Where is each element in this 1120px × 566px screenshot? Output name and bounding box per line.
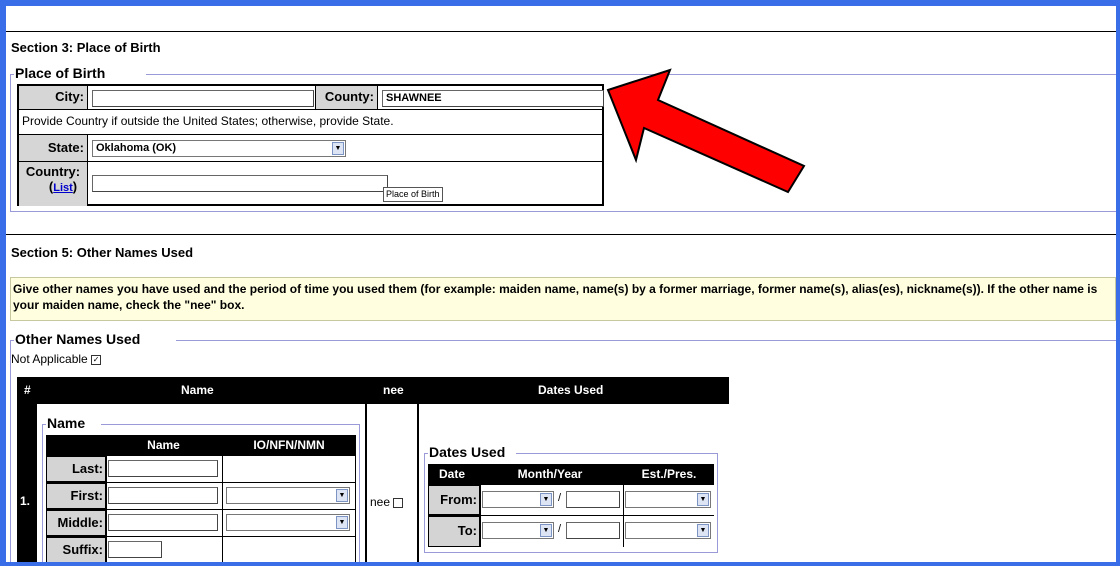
- date-slash: /: [558, 492, 562, 504]
- date-slash: /: [558, 523, 562, 535]
- city-input[interactable]: [92, 90, 314, 107]
- other-names-table: # Name nee Dates Used 1. Name Name IO/NF…: [17, 377, 729, 566]
- section5-instructions: Give other names you have used and the p…: [10, 277, 1116, 321]
- section-divider: [6, 31, 1116, 32]
- city-county-row: City: County: SHAWNEE: [19, 86, 604, 110]
- col-header-name: Name: [181, 383, 214, 397]
- suffix-label: Suffix:: [46, 537, 106, 566]
- nee-label: nee: [370, 495, 391, 509]
- nee-cell: nee: [367, 404, 417, 566]
- fieldset-border: [10, 340, 11, 566]
- dates-legend: Dates Used: [428, 444, 507, 460]
- fieldset-border: [176, 340, 1116, 341]
- not-applicable-row: Not Applicable ✓: [11, 352, 102, 366]
- city-label: City:: [19, 86, 88, 109]
- state-select[interactable]: Oklahoma (OK) ▼: [92, 140, 346, 157]
- first-io-select[interactable]: ▼: [226, 487, 350, 504]
- from-label: From:: [428, 485, 480, 515]
- first-label: First:: [46, 483, 106, 509]
- fieldset-border: [10, 74, 11, 212]
- subheader-date: Date: [428, 464, 476, 484]
- from-est-select[interactable]: ▼: [625, 491, 711, 508]
- col-header-dates: Dates Used: [538, 383, 604, 397]
- middle-io-select[interactable]: ▼: [226, 514, 350, 531]
- subheader-name: Name: [106, 435, 221, 455]
- place-of-birth-box: City: County: SHAWNEE Provide Country if…: [17, 84, 604, 206]
- other-names-legend: Other Names Used: [14, 331, 142, 347]
- county-input[interactable]: SHAWNEE: [382, 90, 604, 107]
- not-applicable-label: Not Applicable: [11, 352, 88, 366]
- state-select-value: Oklahoma (OK): [96, 142, 177, 154]
- middle-name-input[interactable]: [108, 514, 218, 531]
- red-arrow-annotation: [606, 68, 806, 194]
- subheader-est-pres: Est./Pres.: [624, 464, 714, 484]
- country-list-link[interactable]: List: [53, 182, 73, 194]
- name-grid: Name IO/NFN/NMN Last: First: ▼ Middle: ▼…: [46, 435, 356, 566]
- to-est-select[interactable]: ▼: [625, 522, 711, 539]
- col-header-number: #: [24, 383, 31, 397]
- state-label: State:: [19, 135, 88, 161]
- name-legend: Name: [46, 415, 87, 431]
- middle-label: Middle:: [46, 510, 106, 536]
- first-name-input[interactable]: [108, 487, 218, 504]
- subheader-io: IO/NFN/NMN: [224, 435, 354, 455]
- chevron-down-icon[interactable]: ▼: [540, 493, 552, 506]
- country-instruction: Provide Country if outside the United St…: [19, 110, 602, 135]
- dates-grid: Date Month/Year Est./Pres. From: ▼ / ▼ T…: [428, 464, 714, 547]
- country-label-cell: Country: (List): [19, 162, 88, 206]
- subheader-month-year: Month/Year: [476, 464, 624, 484]
- tooltip: Place of Birth: [383, 187, 443, 202]
- to-month-select[interactable]: ▼: [482, 522, 554, 539]
- last-name-input[interactable]: [108, 460, 218, 477]
- not-applicable-checkbox[interactable]: ✓: [91, 354, 102, 365]
- chevron-down-icon[interactable]: ▼: [540, 524, 552, 537]
- county-label: County:: [315, 86, 378, 109]
- last-label: Last:: [46, 456, 106, 482]
- country-input[interactable]: [92, 175, 388, 192]
- to-year-input[interactable]: [566, 522, 620, 539]
- section-divider: [6, 234, 1116, 235]
- name-cell: Name Name IO/NFN/NMN Last: First: ▼ Midd…: [37, 404, 365, 566]
- chevron-down-icon[interactable]: ▼: [332, 142, 344, 155]
- section3-title: Section 3: Place of Birth: [11, 40, 161, 55]
- chevron-down-icon[interactable]: ▼: [697, 493, 709, 506]
- col-header-nee: nee: [383, 383, 404, 397]
- section5-title: Section 5: Other Names Used: [11, 245, 194, 260]
- chevron-down-icon[interactable]: ▼: [336, 516, 348, 529]
- from-year-input[interactable]: [566, 491, 620, 508]
- row-number: 1.: [20, 494, 31, 508]
- fieldset-border: [10, 211, 1116, 212]
- place-of-birth-legend: Place of Birth: [14, 65, 107, 81]
- state-row: State: Oklahoma (OK) ▼: [19, 135, 602, 162]
- country-label: Country:: [25, 164, 81, 179]
- suffix-input[interactable]: [108, 541, 162, 558]
- chevron-down-icon[interactable]: ▼: [336, 489, 348, 502]
- to-label: To:: [428, 516, 480, 547]
- from-month-select[interactable]: ▼: [482, 491, 554, 508]
- nee-checkbox[interactable]: [393, 497, 404, 508]
- country-row: Country: (List) Place of Birth: [19, 162, 602, 206]
- chevron-down-icon[interactable]: ▼: [697, 524, 709, 537]
- dates-cell: Dates Used Date Month/Year Est./Pres. Fr…: [419, 404, 729, 566]
